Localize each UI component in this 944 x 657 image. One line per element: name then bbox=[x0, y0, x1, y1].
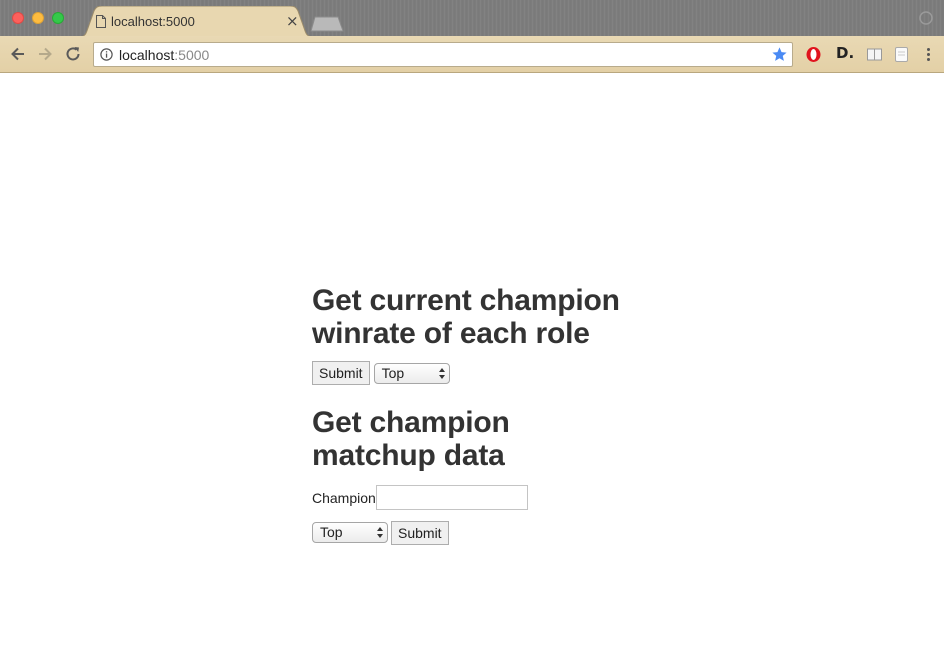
close-window-button[interactable] bbox=[12, 12, 24, 24]
zoom-window-button[interactable] bbox=[52, 12, 64, 24]
winrate-heading-line2: winrate of each role bbox=[312, 317, 590, 350]
menu-icon[interactable] bbox=[920, 46, 937, 63]
page-icon bbox=[96, 15, 106, 28]
matchup-role-select[interactable]: Top bbox=[312, 522, 388, 543]
minimize-window-button[interactable] bbox=[32, 12, 44, 24]
tab-strip: localhost:5000 × bbox=[0, 0, 944, 37]
tab-title: localhost:5000 bbox=[111, 14, 195, 29]
champion-row: Champion bbox=[312, 485, 642, 510]
winrate-heading-line1: Get current champion bbox=[312, 284, 620, 317]
matchup-heading: Get champion matchup data bbox=[312, 406, 642, 472]
browser-window: localhost:5000 × localhost:5000 D. Get c… bbox=[0, 0, 944, 657]
opera-icon[interactable] bbox=[805, 46, 822, 63]
matchup-heading-line2: matchup data bbox=[312, 439, 505, 472]
tab-close-icon[interactable]: × bbox=[286, 12, 299, 30]
url-text: localhost:5000 bbox=[119, 47, 209, 63]
winrate-heading: Get current champion winrate of each rol… bbox=[312, 284, 642, 350]
matchup-submit-button[interactable]: Submit bbox=[391, 520, 449, 545]
champion-input[interactable] bbox=[375, 485, 528, 510]
new-tab-button[interactable] bbox=[310, 16, 344, 32]
reload-icon[interactable] bbox=[64, 45, 82, 63]
winrate-submit-button[interactable]: Submit bbox=[312, 361, 370, 385]
matchup-role-selected: Top bbox=[320, 524, 343, 540]
page-viewport: Get current champion winrate of each rol… bbox=[0, 74, 944, 657]
url-port: :5000 bbox=[174, 47, 210, 63]
address-bar[interactable]: localhost:5000 bbox=[93, 42, 793, 67]
reader-icon[interactable] bbox=[866, 46, 883, 63]
winrate-role-select[interactable]: Top bbox=[373, 362, 450, 384]
matchup-heading-line1: Get champion bbox=[312, 406, 510, 439]
select-arrows-icon bbox=[377, 527, 383, 538]
winrate-role-selected: Top bbox=[381, 364, 405, 381]
browser-tab[interactable]: localhost:5000 × bbox=[78, 6, 314, 37]
info-icon[interactable] bbox=[100, 48, 113, 61]
url-host: localhost bbox=[119, 47, 175, 63]
champion-label: Champion bbox=[312, 489, 376, 506]
matchup-form: Top Submit bbox=[312, 520, 642, 545]
winrate-form: Submit Top bbox=[312, 361, 642, 385]
browser-toolbar: localhost:5000 D. bbox=[0, 36, 944, 73]
back-arrow-icon[interactable] bbox=[9, 45, 27, 63]
form-area: Get current champion winrate of each rol… bbox=[312, 284, 642, 545]
select-arrows-icon bbox=[438, 367, 445, 379]
d-extension-icon[interactable]: D. bbox=[836, 44, 854, 62]
note-icon[interactable] bbox=[893, 46, 910, 63]
forward-arrow-icon[interactable] bbox=[36, 45, 54, 63]
star-icon[interactable] bbox=[771, 46, 788, 63]
profile-icon[interactable] bbox=[918, 10, 934, 26]
